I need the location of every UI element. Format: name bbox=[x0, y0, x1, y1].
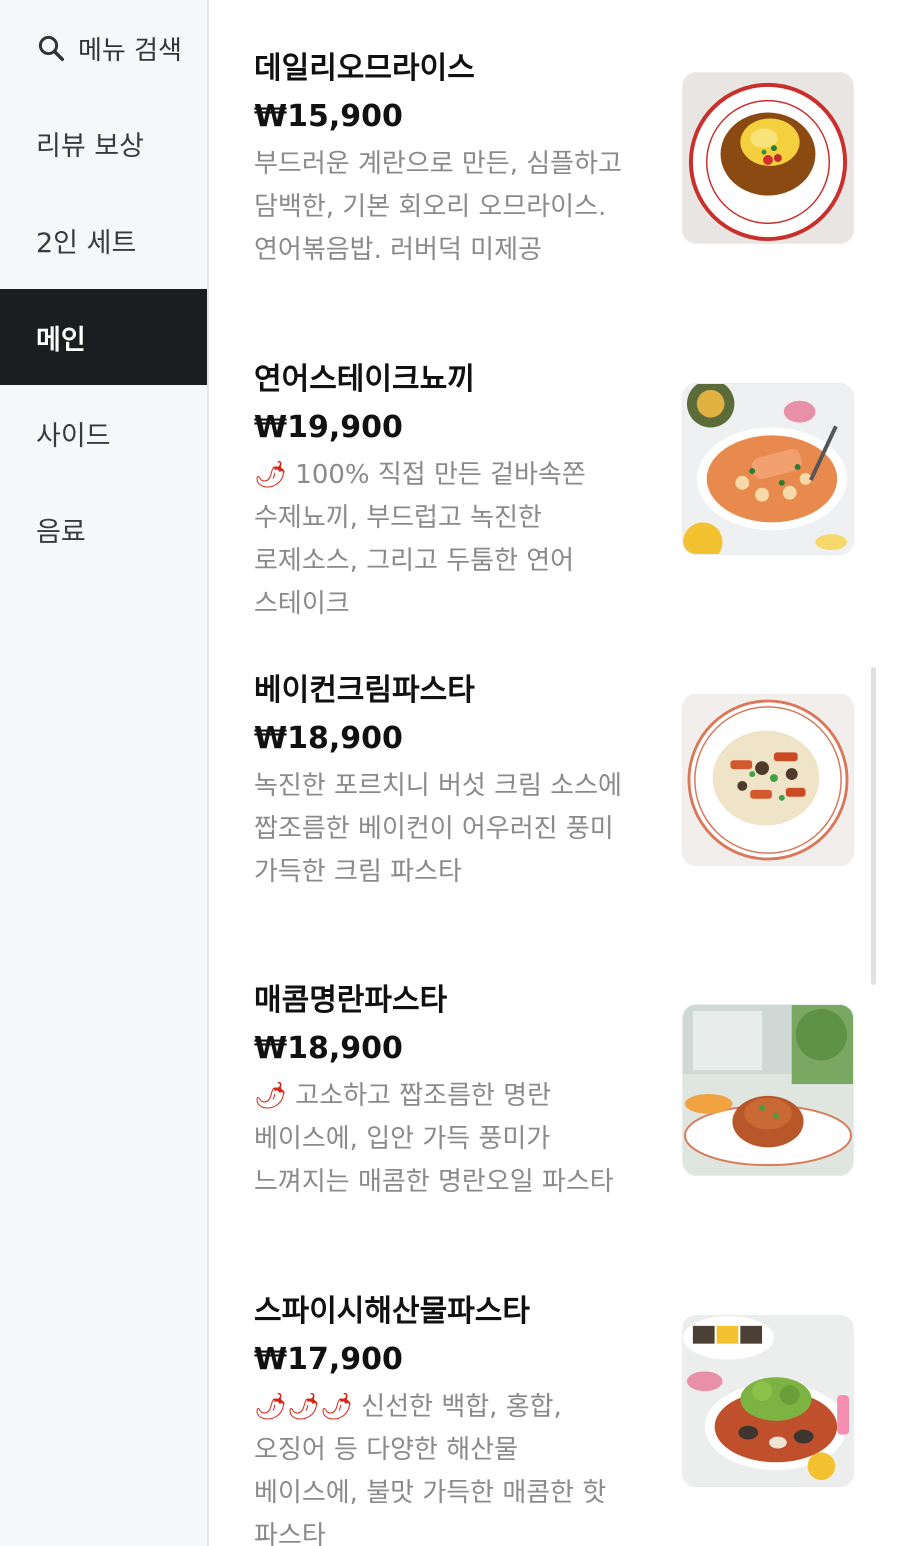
menu-item-name: 스파이시해산물파스타 bbox=[254, 1294, 530, 1329]
menu-item[interactable]: 연어스테이크뇨끼 ₩19,900 🌶 100% 직접 만든 겉바속쫀 수제뇨끼,… bbox=[254, 354, 874, 654]
search-label: 메뉴 검색 bbox=[78, 35, 182, 66]
category-review-reward[interactable]: 리뷰 보상 bbox=[0, 95, 207, 191]
category-label: 2인 세트 bbox=[36, 227, 137, 259]
category-main[interactable]: 메인 bbox=[0, 289, 207, 385]
category-label: 메인 bbox=[36, 324, 86, 356]
menu-item-name: 베이컨크림파스타 bbox=[254, 673, 475, 708]
bacon-cream-pasta-photo bbox=[682, 694, 854, 866]
salmon-gnocchi-photo bbox=[682, 383, 854, 555]
category-side[interactable]: 사이드 bbox=[0, 385, 207, 481]
chili-icon: 🌶 bbox=[254, 1081, 296, 1111]
menu-item-name: 데일리오므라이스 bbox=[254, 51, 475, 86]
menu-search-button[interactable]: 메뉴 검색 bbox=[36, 28, 182, 68]
menu-item[interactable]: 데일리오므라이스 ₩15,900 부드러운 계란으로 만든, 심플하고 담백한,… bbox=[254, 43, 874, 343]
menu-item-description-text: 고소하고 짭조름한 명란 베이스에, 입안 가득 풍미가 느껴지는 매콤한 명란… bbox=[254, 1081, 614, 1197]
menu-item-price: ₩19,900 bbox=[254, 410, 403, 445]
category-sidebar: 메뉴 검색 리뷰 보상 2인 세트 메인 사이드 음료 bbox=[0, 0, 209, 1546]
menu-list: 데일리오므라이스 ₩15,900 부드러운 계란으로 만든, 심플하고 담백한,… bbox=[209, 0, 900, 1546]
category-two-person-set[interactable]: 2인 세트 bbox=[0, 192, 207, 288]
menu-item[interactable]: 스파이시해산물파스타 ₩17,900 🌶🌶🌶 신선한 백합, 홍합, 오징어 등… bbox=[254, 1286, 874, 1546]
menu-item-price: ₩15,900 bbox=[254, 99, 403, 134]
menu-item[interactable]: 베이컨크림파스타 ₩18,900 녹진한 포르치니 버섯 크림 소스에 짭조름한… bbox=[254, 665, 874, 965]
menu-item-description-text: 100% 직접 만든 겉바속쫀 수제뇨끼, 부드럽고 녹진한 로제소스, 그리고… bbox=[254, 460, 586, 619]
scrollbar[interactable] bbox=[871, 667, 876, 985]
menu-item-name: 연어스테이크뇨끼 bbox=[254, 362, 475, 397]
menu-item[interactable]: 매콤명란파스타 ₩18,900 🌶 고소하고 짭조름한 명란 베이스에, 입안 … bbox=[254, 975, 874, 1275]
category-label: 사이드 bbox=[36, 420, 111, 452]
menu-item-name: 매콤명란파스타 bbox=[254, 983, 448, 1018]
menu-item-description-text: 녹진한 포르치니 버섯 크림 소스에 짭조름한 베이컨이 어우러진 풍미 가득한… bbox=[254, 771, 622, 887]
chili-icon: 🌶🌶🌶 bbox=[254, 1392, 362, 1422]
category-label: 리뷰 보상 bbox=[36, 130, 144, 162]
menu-item-description: 🌶🌶🌶 신선한 백합, 홍합, 오징어 등 다양한 해산물 베이스에, 불맛 가… bbox=[254, 1386, 626, 1546]
omurice-photo bbox=[682, 72, 854, 244]
spicy-seafood-pasta-photo bbox=[682, 1315, 854, 1487]
menu-item-description: 녹진한 포르치니 버섯 크림 소스에 짭조름한 베이컨이 어우러진 풍미 가득한… bbox=[254, 765, 626, 894]
category-drinks[interactable]: 음료 bbox=[0, 481, 207, 577]
menu-item-price: ₩18,900 bbox=[254, 1031, 403, 1066]
search-icon bbox=[38, 35, 64, 61]
menu-item-description: 🌶 100% 직접 만든 겉바속쫀 수제뇨끼, 부드럽고 녹진한 로제소스, 그… bbox=[254, 454, 626, 626]
spicy-mentaiko-pasta-photo bbox=[682, 1004, 854, 1176]
category-label: 음료 bbox=[36, 516, 86, 548]
menu-item-price: ₩17,900 bbox=[254, 1342, 403, 1377]
menu-item-description: 부드러운 계란으로 만든, 심플하고 담백한, 기본 회오리 오므라이스. 연어… bbox=[254, 143, 626, 272]
menu-item-price: ₩18,900 bbox=[254, 721, 403, 756]
chili-icon: 🌶 bbox=[254, 460, 296, 490]
menu-item-description-text: 부드러운 계란으로 만든, 심플하고 담백한, 기본 회오리 오므라이스. 연어… bbox=[254, 149, 622, 265]
menu-item-description: 🌶 고소하고 짭조름한 명란 베이스에, 입안 가득 풍미가 느껴지는 매콤한 … bbox=[254, 1075, 626, 1204]
